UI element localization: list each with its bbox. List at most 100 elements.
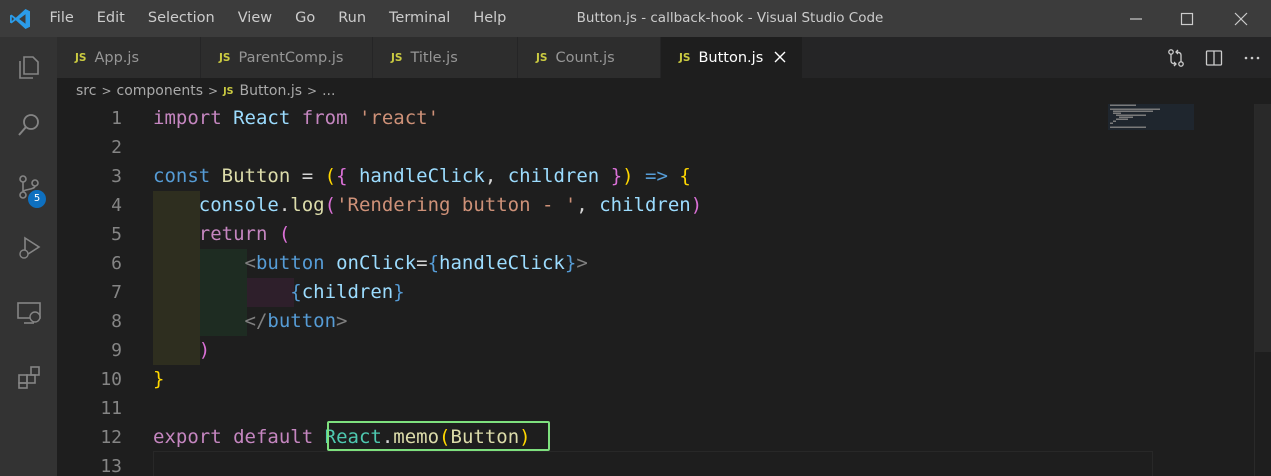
activity-explorer[interactable] — [0, 37, 57, 97]
code-token: , — [576, 194, 600, 216]
menu-run[interactable]: Run — [327, 0, 378, 37]
code-line-8: </button> — [153, 307, 348, 336]
tab-label: Count.js — [555, 49, 615, 66]
code-token: ) — [690, 194, 703, 216]
editor-tab-bar: JS App.js JS ParentComp.js JS Title.js J… — [57, 37, 1271, 78]
more-icon — [1244, 56, 1260, 59]
activity-extensions[interactable] — [0, 347, 57, 407]
tab-label: ParentComp.js — [238, 49, 344, 66]
minimize-button[interactable] — [1109, 0, 1163, 37]
code-token: = — [290, 165, 325, 187]
code-line-7: {children} — [153, 278, 405, 307]
line-number: 9 — [111, 340, 122, 361]
line-number: 2 — [111, 137, 122, 158]
code-token: button — [255, 252, 325, 274]
compare-changes-icon — [1168, 48, 1184, 67]
highlight-annotation-box — [327, 421, 550, 451]
code-token: . — [278, 194, 291, 216]
activity-source-control[interactable] — [0, 157, 57, 217]
tab-title-js[interactable]: JS Title.js — [373, 37, 518, 78]
chevron-right-icon: > — [101, 84, 112, 98]
menu-file[interactable]: File — [38, 0, 85, 37]
menu-go[interactable]: Go — [284, 0, 327, 37]
breadcrumb-components[interactable]: components — [117, 83, 204, 99]
tab-close-button[interactable] — [770, 47, 790, 67]
code-token: children — [507, 165, 600, 187]
line-number: 3 — [111, 166, 122, 187]
search-icon — [17, 114, 39, 136]
code-token: } — [610, 165, 623, 187]
tab-count-js[interactable]: JS Count.js — [518, 37, 661, 78]
breadcrumb-file[interactable]: Button.js — [239, 83, 302, 99]
code-token: </ — [244, 310, 268, 332]
code-token: default — [233, 426, 314, 448]
tab-button-js[interactable]: JS Button.js — [661, 37, 803, 78]
remote-explorer-icon — [16, 302, 41, 324]
code-line-1: import React from 'react' — [153, 104, 439, 133]
menu-edit[interactable]: Edit — [85, 0, 136, 37]
maximize-button[interactable] — [1160, 0, 1214, 37]
js-file-icon: JS — [679, 51, 691, 64]
activity-search[interactable] — [0, 95, 57, 155]
code-token: console — [198, 194, 279, 216]
js-file-icon: JS — [391, 51, 403, 64]
line-number: 8 — [111, 311, 122, 332]
activity-bar: 5 — [0, 37, 57, 476]
more-actions-button[interactable] — [1233, 37, 1271, 78]
extensions-icon — [17, 366, 40, 389]
line-number: 10 — [100, 369, 122, 390]
breadcrumb: src > components > JS Button.js > ... — [76, 78, 335, 104]
tab-app-js[interactable]: JS App.js — [57, 37, 201, 78]
code-token: 'react' — [358, 107, 440, 129]
explorer-icon — [18, 56, 39, 79]
line-number: 4 — [111, 195, 122, 216]
tab-parentcomp-js[interactable]: JS ParentComp.js — [201, 37, 373, 78]
code-token: > — [576, 252, 588, 274]
vertical-scrollbar[interactable] — [1254, 104, 1271, 476]
line-number: 11 — [100, 398, 122, 419]
activity-remote-explorer[interactable] — [0, 283, 57, 343]
menu-view[interactable]: View — [226, 0, 283, 37]
chevron-right-icon: > — [208, 84, 219, 98]
activity-run-debug[interactable] — [0, 218, 57, 278]
menu-help[interactable]: Help — [462, 0, 518, 37]
code-token: } — [153, 368, 165, 390]
code-token: ) — [622, 165, 634, 187]
js-file-icon: JS — [223, 85, 234, 97]
code-token: } — [564, 252, 577, 274]
editor-actions — [1157, 37, 1271, 78]
code-editor[interactable]: 1 2 3 4 5 6 7 8 9 10 11 12 13 import Rea… — [57, 104, 1271, 476]
split-editor-button[interactable] — [1195, 37, 1233, 78]
code-token: , — [484, 165, 508, 187]
js-file-icon: JS — [219, 51, 231, 64]
minimap[interactable] — [1108, 104, 1194, 476]
code-line-4: console.log('Rendering button - ', child… — [153, 191, 702, 220]
code-token: children — [599, 194, 691, 216]
line-number: 7 — [111, 282, 122, 303]
split-editor-icon — [1205, 49, 1223, 66]
code-token: return — [198, 223, 268, 245]
code-token: } — [393, 281, 405, 303]
code-token: > — [336, 310, 348, 332]
menu-selection[interactable]: Selection — [136, 0, 226, 37]
close-window-button[interactable] — [1214, 0, 1268, 37]
breadcrumb-src[interactable]: src — [76, 83, 96, 99]
open-changes-button[interactable] — [1157, 37, 1195, 78]
menu-terminal[interactable]: Terminal — [378, 0, 462, 37]
code-token: ( — [278, 223, 291, 245]
scrollbar-thumb[interactable] — [1255, 104, 1271, 352]
code-token: handleClick — [439, 252, 565, 274]
code-token: button — [267, 310, 337, 332]
breadcrumb-symbols[interactable]: ... — [322, 83, 335, 99]
code-token: ( — [324, 165, 337, 187]
tab-label: Button.js — [698, 49, 764, 66]
